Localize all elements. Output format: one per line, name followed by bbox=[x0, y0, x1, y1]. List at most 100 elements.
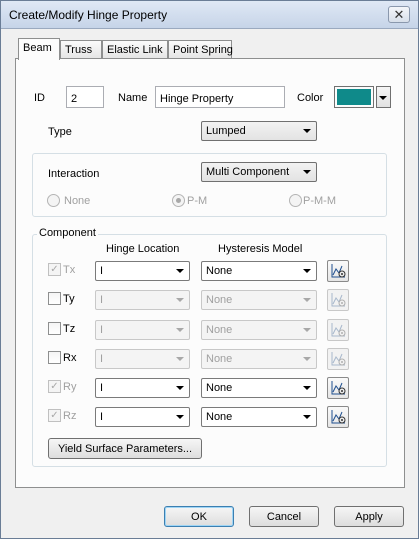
hinge-location-value: I bbox=[100, 265, 104, 277]
component-checkbox-2[interactable] bbox=[48, 322, 61, 335]
check-icon: ✓ bbox=[50, 381, 59, 392]
edit-hysteresis-button[interactable] bbox=[327, 406, 349, 428]
hysteresis-model-value: None bbox=[206, 382, 233, 394]
graph-settings-icon bbox=[331, 323, 346, 337]
tab-point-spring[interactable]: Point Spring bbox=[168, 40, 233, 59]
chevron-down-icon bbox=[176, 298, 184, 302]
name-label: Name bbox=[118, 92, 148, 104]
edit-hysteresis-button[interactable] bbox=[327, 289, 349, 311]
chevron-down-icon bbox=[176, 357, 184, 361]
yield-surface-parameters-button[interactable]: Yield Surface Parameters... bbox=[48, 438, 202, 459]
chevron-down-icon bbox=[176, 386, 184, 390]
graph-settings-icon bbox=[331, 352, 346, 366]
chevron-down-icon bbox=[303, 357, 311, 361]
ok-button[interactable]: OK bbox=[164, 506, 234, 527]
graph-settings-icon bbox=[331, 264, 346, 278]
chevron-down-icon bbox=[303, 129, 311, 133]
hinge-location-select[interactable]: I bbox=[95, 320, 190, 340]
component-label: Rx bbox=[63, 352, 77, 364]
hysteresis-model-select[interactable]: None bbox=[201, 349, 317, 369]
component-checkbox-3[interactable] bbox=[48, 351, 61, 364]
graph-settings-icon bbox=[331, 293, 346, 307]
component-checkbox-5[interactable]: ✓ bbox=[48, 409, 61, 422]
id-input[interactable] bbox=[66, 86, 104, 108]
component-label: Rz bbox=[63, 410, 77, 422]
radio-p-m-m-label: P-M-M bbox=[303, 195, 336, 207]
tab-truss[interactable]: Truss bbox=[60, 40, 102, 59]
radio-none-label: None bbox=[64, 195, 91, 207]
radio-p-m[interactable] bbox=[172, 194, 185, 207]
edit-hysteresis-button[interactable] bbox=[327, 377, 349, 399]
component-group-title: Component bbox=[37, 227, 98, 239]
hinge-location-value: I bbox=[100, 411, 104, 423]
type-select-value: Lumped bbox=[206, 125, 246, 137]
tab-beam[interactable]: Beam bbox=[18, 38, 60, 60]
color-swatch-fill bbox=[337, 89, 371, 105]
hysteresis-model-value: None bbox=[206, 265, 233, 277]
edit-hysteresis-button[interactable] bbox=[327, 319, 349, 341]
chevron-down-icon bbox=[176, 328, 184, 332]
chevron-down-icon bbox=[303, 328, 311, 332]
check-icon: ✓ bbox=[50, 410, 59, 421]
tab-elastic-link[interactable]: Elastic Link bbox=[102, 40, 168, 59]
hinge-location-header: Hinge Location bbox=[106, 243, 180, 255]
interaction-select-value: Multi Component bbox=[206, 166, 290, 178]
color-dropdown-button[interactable] bbox=[376, 86, 391, 108]
apply-button[interactable]: Apply bbox=[334, 506, 404, 527]
edit-hysteresis-button[interactable] bbox=[327, 348, 349, 370]
hinge-location-value: I bbox=[100, 324, 104, 336]
cancel-button[interactable]: Cancel bbox=[249, 506, 319, 527]
hinge-location-value: I bbox=[100, 294, 104, 306]
component-checkbox-4[interactable]: ✓ bbox=[48, 380, 61, 393]
chevron-down-icon bbox=[303, 170, 311, 174]
hinge-location-value: I bbox=[100, 382, 104, 394]
hysteresis-model-select[interactable]: None bbox=[201, 290, 317, 310]
interaction-label: Interaction bbox=[48, 168, 100, 180]
chevron-down-icon bbox=[303, 415, 311, 419]
component-checkbox-1[interactable] bbox=[48, 292, 61, 305]
component-checkbox-0[interactable]: ✓ bbox=[48, 263, 61, 276]
hinge-location-select[interactable]: I bbox=[95, 261, 190, 281]
interaction-select[interactable]: Multi Component bbox=[201, 162, 317, 182]
chevron-down-icon bbox=[379, 96, 387, 100]
name-input[interactable] bbox=[155, 86, 285, 108]
radio-none[interactable] bbox=[47, 194, 60, 207]
radio-selected-dot bbox=[176, 198, 181, 203]
chevron-down-icon bbox=[303, 298, 311, 302]
chevron-down-icon bbox=[303, 269, 311, 273]
chevron-down-icon bbox=[303, 386, 311, 390]
hysteresis-model-header: Hysteresis Model bbox=[218, 243, 303, 255]
type-label: Type bbox=[48, 126, 72, 138]
hinge-location-select[interactable]: I bbox=[95, 407, 190, 427]
close-icon: ✕ bbox=[393, 7, 405, 22]
component-label: Ry bbox=[63, 381, 77, 393]
id-label: ID bbox=[34, 92, 45, 104]
graph-settings-icon bbox=[331, 410, 346, 424]
hysteresis-model-select[interactable]: None bbox=[201, 320, 317, 340]
check-icon: ✓ bbox=[50, 264, 59, 275]
hinge-location-select[interactable]: I bbox=[95, 290, 190, 310]
type-select[interactable]: Lumped bbox=[201, 121, 317, 141]
hysteresis-model-select[interactable]: None bbox=[201, 407, 317, 427]
radio-p-m-m[interactable] bbox=[289, 194, 302, 207]
chevron-down-icon bbox=[176, 269, 184, 273]
dialog-title: Create/Modify Hinge Property bbox=[9, 8, 168, 22]
hysteresis-model-value: None bbox=[206, 324, 233, 336]
hinge-location-select[interactable]: I bbox=[95, 349, 190, 369]
title-bar: Create/Modify Hinge Property ✕ bbox=[1, 1, 418, 29]
color-swatch[interactable] bbox=[334, 86, 374, 108]
hysteresis-model-select[interactable]: None bbox=[201, 378, 317, 398]
close-button[interactable]: ✕ bbox=[388, 6, 410, 23]
component-label: Tx bbox=[63, 264, 76, 276]
radio-p-m-label: P-M bbox=[187, 195, 208, 207]
color-label: Color bbox=[297, 92, 324, 104]
hinge-location-select[interactable]: I bbox=[95, 378, 190, 398]
color-picker[interactable] bbox=[334, 86, 391, 108]
hysteresis-model-select[interactable]: None bbox=[201, 261, 317, 281]
component-label: Ty bbox=[63, 293, 75, 305]
component-label: Tz bbox=[63, 323, 76, 335]
dialog-window: Create/Modify Hinge Property ✕ Beam Trus… bbox=[0, 0, 419, 539]
hysteresis-model-value: None bbox=[206, 294, 233, 306]
hysteresis-model-value: None bbox=[206, 411, 233, 423]
edit-hysteresis-button[interactable] bbox=[327, 260, 349, 282]
